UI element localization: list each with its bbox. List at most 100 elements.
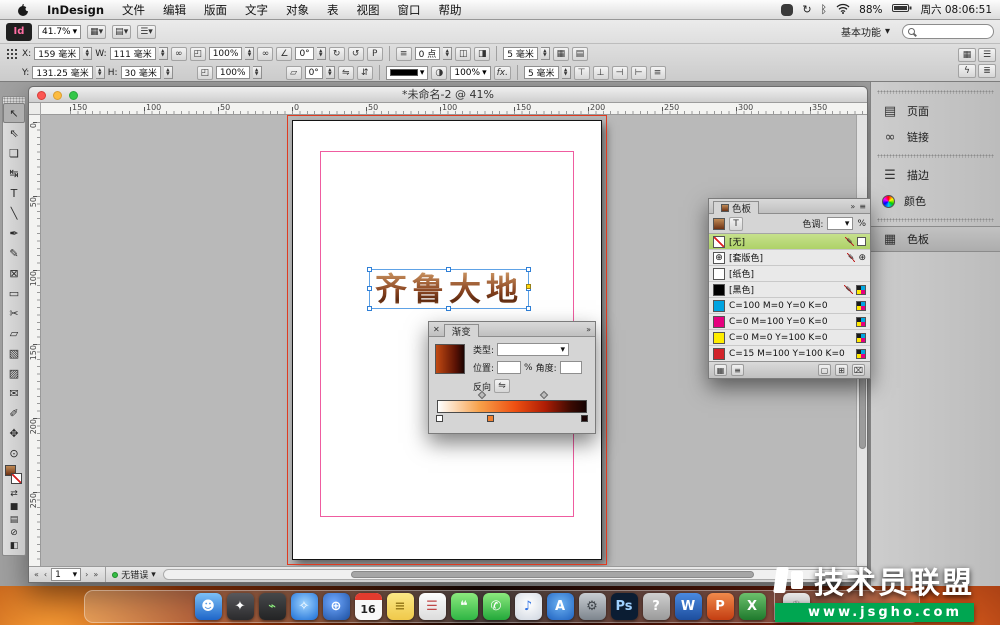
scale-y-field[interactable]: 100% <box>216 66 250 79</box>
align-top-button[interactable] <box>574 66 590 80</box>
first-page-button[interactable]: « <box>33 570 40 579</box>
selection-handle[interactable] <box>367 306 372 311</box>
grid-view-button[interactable] <box>958 48 976 62</box>
collapse-icon[interactable]: » <box>586 325 591 334</box>
direct-selection-tool[interactable]: ⇖ <box>3 123 25 143</box>
selection-handle[interactable] <box>446 267 451 272</box>
ruler-origin-corner[interactable] <box>29 103 41 115</box>
shear-stepper[interactable] <box>326 66 335 79</box>
w-field[interactable]: 111 毫米 <box>110 47 156 60</box>
x-field[interactable]: 159 毫米 <box>34 47 80 60</box>
selection-handle[interactable] <box>446 306 451 311</box>
type-tool[interactable]: T <box>3 183 25 203</box>
gradient-stop[interactable] <box>487 415 494 422</box>
swatch-row[interactable]: [套版色]✎⊕ <box>709 250 870 266</box>
corner-options-handle[interactable] <box>526 284 531 289</box>
rectangle-tool[interactable]: ▭ <box>3 283 25 303</box>
pencil-tool[interactable]: ✎ <box>3 243 25 263</box>
rotate-cw-button[interactable] <box>329 47 345 61</box>
wrap-offset-bottom-stepper[interactable] <box>562 66 571 79</box>
zoom-level-select[interactable]: 41.7% <box>38 25 81 39</box>
swap-fill-stroke-button[interactable]: ⇄ <box>3 487 25 500</box>
line-tool[interactable]: ╲ <box>3 203 25 223</box>
horizontal-ruler[interactable]: 15010050050100150200250300350 <box>41 103 867 115</box>
calendar-icon[interactable]: 16 <box>355 593 382 620</box>
swatch-row[interactable]: [黑色]✎ <box>709 282 870 298</box>
menu-item-2[interactable]: 版面 <box>195 0 236 19</box>
view-options-button[interactable] <box>87 25 106 39</box>
position-field[interactable] <box>497 361 521 374</box>
launchpad-icon[interactable]: ✦ <box>227 593 254 620</box>
swatch-views-button[interactable]: ▢ <box>818 364 831 376</box>
effects-button[interactable]: fx. <box>494 66 511 80</box>
search-box[interactable] <box>902 24 994 39</box>
window-titlebar[interactable]: *未命名-2 @ 41% <box>29 87 867 103</box>
align-left-button[interactable] <box>612 66 628 80</box>
sync-icon[interactable]: ↻ <box>802 3 811 16</box>
plugin-icon[interactable]: ⌁ <box>259 593 286 620</box>
gradient-feather-tool[interactable]: ▨ <box>3 363 25 383</box>
preflight-status-text[interactable]: 无错误 <box>121 568 148 581</box>
stroke-weight-stepper[interactable] <box>443 47 452 60</box>
eyedropper-tool[interactable]: ✐ <box>3 403 25 423</box>
menu-item-0[interactable]: 文件 <box>113 0 154 19</box>
gradient-text[interactable]: 齐鲁大地 <box>370 270 528 308</box>
wrap-bounding-button[interactable] <box>474 47 490 61</box>
apply-gradient-button[interactable]: ▤ <box>3 513 25 526</box>
scale-x-field[interactable]: 100% <box>209 47 243 60</box>
align-bottom-button[interactable] <box>593 66 609 80</box>
wrap-none-button[interactable] <box>455 47 471 61</box>
appstore-icon[interactable]: A <box>547 593 574 620</box>
fill-proxy-swatch[interactable] <box>713 218 725 230</box>
prev-page-button[interactable]: ‹ <box>43 570 48 579</box>
bluetooth-icon[interactable]: ᛒ <box>821 3 828 16</box>
h-stepper[interactable] <box>164 66 173 79</box>
panel-button-color[interactable]: 颜色 <box>871 188 1000 214</box>
scale-x-stepper[interactable] <box>245 47 254 60</box>
finder-icon[interactable]: ☻ <box>195 593 222 620</box>
next-page-button[interactable]: › <box>84 570 89 579</box>
text-fill-button[interactable]: T <box>729 217 743 231</box>
zoom-button[interactable] <box>69 91 78 100</box>
chevron-down-icon[interactable] <box>151 570 156 580</box>
swatch-row[interactable]: [纸色] <box>709 266 870 282</box>
gradient-midpoint[interactable] <box>540 391 548 399</box>
screen-mode-button[interactable] <box>112 25 131 39</box>
collapse-icon[interactable]: » <box>850 202 855 211</box>
arrange-documents-button[interactable] <box>137 25 156 39</box>
align-right-button[interactable] <box>631 66 647 80</box>
x-stepper[interactable] <box>83 47 92 60</box>
gradient-ramp[interactable] <box>437 400 587 413</box>
distribute-button[interactable] <box>650 66 666 80</box>
network-globe-icon[interactable]: ⊕ <box>323 593 350 620</box>
menu-item-7[interactable]: 窗口 <box>389 0 430 19</box>
selection-handle[interactable] <box>367 267 372 272</box>
zoom-tool[interactable]: ⊙ <box>3 443 25 463</box>
gradient-tab[interactable]: 渐变 <box>444 324 479 337</box>
new-swatch-button[interactable]: ⊞ <box>835 364 848 376</box>
workspace-switcher[interactable]: 基本功能 <box>835 23 896 40</box>
panel-button-links[interactable]: ∞链接 <box>871 124 1000 150</box>
swatch-row[interactable]: C=0 M=0 Y=100 K=0 <box>709 330 870 346</box>
apply-none-button[interactable]: ⊘ <box>3 526 25 539</box>
flip-vertical-button[interactable] <box>357 66 373 80</box>
reverse-gradient-button[interactable] <box>494 379 510 393</box>
apply-color-button[interactable]: ■ <box>3 500 25 513</box>
panel-menu-icon[interactable]: ≡ <box>859 202 866 211</box>
stroke-weight-field[interactable]: 0 点 <box>415 47 441 60</box>
swatch-row[interactable]: C=15 M=100 Y=100 K=0 <box>709 346 870 361</box>
swatches-tab[interactable]: 色板 <box>713 201 759 214</box>
gradient-thumbnail[interactable] <box>435 344 465 374</box>
close-button[interactable] <box>37 91 46 100</box>
menu-item-1[interactable]: 编辑 <box>154 0 195 19</box>
flip-horizontal-button[interactable] <box>338 66 354 80</box>
selection-handle[interactable] <box>526 267 531 272</box>
gradient-stop[interactable] <box>581 415 588 422</box>
close-icon[interactable]: ✕ <box>433 325 440 334</box>
menu-item-6[interactable]: 视图 <box>348 0 389 19</box>
constrain-dimensions-link-icon[interactable] <box>171 47 187 61</box>
scrollbar-thumb[interactable] <box>351 571 754 578</box>
frame-grid-button[interactable] <box>572 47 588 61</box>
stroke-swatch-control[interactable] <box>11 473 22 484</box>
facetime-icon[interactable]: ✆ <box>483 593 510 620</box>
